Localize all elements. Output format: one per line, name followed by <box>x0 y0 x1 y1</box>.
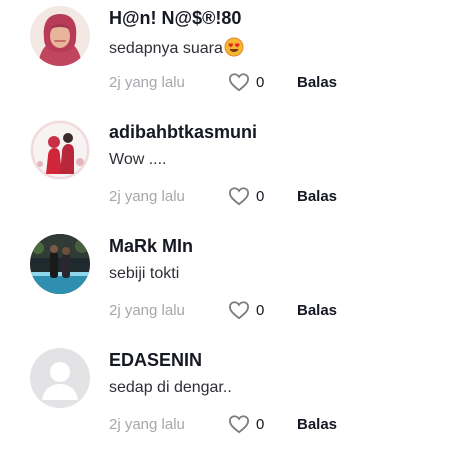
comment-text: Wow .... <box>109 151 167 168</box>
reply-button[interactable]: Balas <box>297 302 337 319</box>
comment-item: MaRk MIn sebiji tokti 2j yang lalu 0 Bal… <box>0 228 453 342</box>
heart-outline-icon[interactable] <box>228 414 250 434</box>
username[interactable]: EDASENIN <box>109 350 202 371</box>
avatar[interactable] <box>30 234 90 294</box>
heart-outline-icon[interactable] <box>228 72 250 92</box>
comment-timestamp: 2j yang lalu <box>109 188 185 205</box>
avatar[interactable] <box>30 120 90 180</box>
comment-text: sedapnya suara <box>109 37 244 58</box>
comment-timestamp: 2j yang lalu <box>109 416 185 433</box>
smiling-face-with-heart-eyes-icon <box>224 37 244 57</box>
like-count: 0 <box>256 188 265 205</box>
comment-text: sedap di dengar.. <box>109 379 232 396</box>
comment-timestamp: 2j yang lalu <box>109 74 185 91</box>
like-count: 0 <box>256 302 265 319</box>
like-count: 0 <box>256 74 265 91</box>
username[interactable]: MaRk MIn <box>109 236 193 257</box>
reply-button[interactable]: Balas <box>297 188 337 205</box>
like-count: 0 <box>256 416 265 433</box>
comment-item: EDASENIN sedap di dengar.. 2j yang lalu … <box>0 342 453 456</box>
comment-text: sebiji tokti <box>109 265 180 282</box>
comment-item: adibahbtkasmuni Wow .... 2j yang lalu 0 … <box>0 114 453 228</box>
reply-button[interactable]: Balas <box>297 416 337 433</box>
username[interactable]: H@n! N@$®!80 <box>109 8 241 29</box>
username[interactable]: adibahbtkasmuni <box>109 122 257 143</box>
reply-button[interactable]: Balas <box>297 74 337 91</box>
avatar[interactable] <box>30 348 90 408</box>
heart-outline-icon[interactable] <box>228 300 250 320</box>
comment-item: H@n! N@$®!80 sedapnya suara 2j yang lalu… <box>0 0 453 114</box>
avatar[interactable] <box>30 6 90 66</box>
comment-timestamp: 2j yang lalu <box>109 302 185 319</box>
heart-outline-icon[interactable] <box>228 186 250 206</box>
